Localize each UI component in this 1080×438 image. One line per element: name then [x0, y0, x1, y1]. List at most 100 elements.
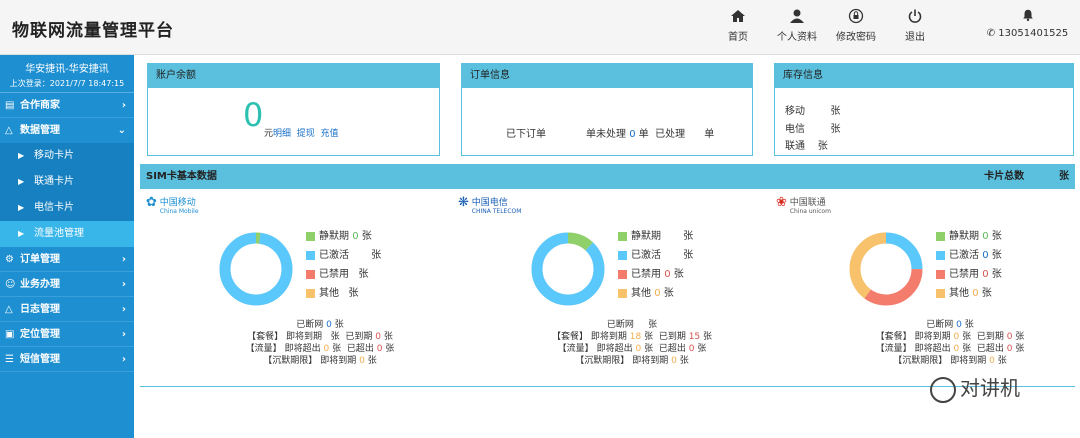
stat-label: 即将到期 [286, 332, 323, 342]
menu-orders[interactable]: ⚙ 订单管理 › [0, 247, 134, 272]
submenu-flow-pool[interactable]: ▶ 流量池管理 [0, 221, 134, 247]
balance-detail-link[interactable]: 明细 [273, 129, 291, 139]
stock-unicom: 联通 张 [785, 137, 828, 152]
app-title: 物联网流量管理平台 [12, 21, 174, 41]
sim-total-unit: 张 [1059, 171, 1069, 182]
legend-swatch [306, 288, 315, 298]
stat-label: 已到期 [345, 332, 373, 342]
legend-label: 已激活 [949, 250, 979, 261]
stat-silent: 【沉默期限】 即将到期 0 张 [512, 355, 752, 367]
menu-sms[interactable]: ☰ 短信管理 › [0, 347, 134, 372]
stock-telecom: 电信 张 [785, 120, 840, 135]
nav-change-password-label: 修改密码 [836, 32, 876, 43]
menu-logs[interactable]: △ 日志管理 › [0, 297, 134, 322]
stat-value: 0 [359, 356, 365, 366]
menu-data-management-label: 数据管理 [20, 125, 60, 136]
home-icon [725, 8, 751, 28]
legend-label: 已激活 [319, 250, 349, 261]
menu-partners[interactable]: ▤ 合作商家 › [0, 93, 134, 118]
legend-unit: 张 [991, 269, 1002, 280]
user-name: 华安捷讯-华安捷讯 [25, 64, 109, 75]
submenu-telecom-cards-label: 电信卡片 [34, 202, 74, 213]
stat-value: 0 [688, 344, 695, 354]
legend-swatch [936, 288, 945, 298]
carrier-name-en: CHINA TELECOM [471, 208, 522, 215]
carrier-stats: 已断网 0 张 【套餐】 即将到期 0 张 已到期 0 张 【流量】 即将超出 … [830, 319, 1070, 367]
carrier-stats: 已断网 张 【套餐】 即将到期 18 张 已到期 15 张 【流量】 即将超出 … [512, 319, 752, 367]
menu-partners-label: 合作商家 [20, 100, 60, 111]
orders-processed-label: 已处理 [655, 129, 686, 140]
menu-business[interactable]: ☺ 业务办理 › [0, 272, 134, 297]
carrier-stats: 已断网 0 张 【套餐】 即将到期 张 已到期 0 张 【流量】 即将超出 0 … [200, 319, 440, 367]
nav-logout[interactable]: 退出 [903, 8, 927, 43]
submenu-unicom-cards[interactable]: ▶ 联通卡片 [0, 169, 134, 195]
chevron-right-icon: › [121, 354, 126, 365]
sim-total-label: 卡片总数 [984, 171, 1025, 182]
submenu-unicom-cards-label: 联通卡片 [34, 176, 74, 187]
carrier-name-en: China Mobile [159, 208, 199, 215]
sidebar: 华安捷讯-华安捷讯 上次登录：2021/7/7 18:47:15 ▤ 合作商家 … [0, 55, 134, 438]
submenu-telecom-cards[interactable]: ▶ 电信卡片 [0, 195, 134, 221]
submenu-mobile-cards[interactable]: ▶ 移动卡片 [0, 143, 134, 169]
orders-title: 订单信息 [462, 64, 752, 88]
legend-swatch [936, 250, 945, 260]
nav-home[interactable]: 首页 [725, 8, 751, 43]
stat-package: 【套餐】 即将到期 0 张 已到期 0 张 [830, 331, 1070, 343]
power-icon [903, 8, 927, 28]
chevron-right-icon: › [121, 279, 126, 290]
legend-disabled: 已禁用 0 张 [618, 265, 693, 284]
stat-silent: 【沉默期限】 即将到期 0 张 [830, 355, 1070, 367]
stat-value: 0 [953, 332, 960, 342]
stat-unit: 张 [648, 320, 658, 330]
menu-business-label: 业务办理 [20, 279, 60, 290]
legend-other: 其他 0 张 [618, 284, 693, 303]
legend-value: 0 [982, 231, 989, 242]
stock-telecom-label: 电信 [785, 124, 805, 135]
china-unicom-logo: ❀ 中国联通 China unicom [776, 195, 831, 215]
stat-label: 已断网 [926, 320, 954, 330]
legend-swatch [618, 269, 627, 279]
caret-right-icon: ▶ [18, 229, 25, 238]
stat-unit: 张 [1015, 332, 1025, 342]
orders-unprocessed-label: 单未处理 [586, 129, 626, 140]
legend-swatch [306, 250, 315, 260]
phone-number: 13051401525 [998, 28, 1069, 39]
stat-label: 【流量】 [245, 344, 282, 354]
withdraw-link[interactable]: 提现 [297, 129, 315, 139]
stat-unit: 张 [330, 332, 340, 342]
stat-label: 已到期 [658, 332, 686, 342]
watermark-text: 对讲机 [960, 376, 1020, 400]
stat-value: 0 [375, 332, 381, 342]
nav-profile[interactable]: 个人资料 [775, 8, 819, 43]
legend-label: 已禁用 [319, 269, 349, 280]
stat-label: 【流量】 [557, 344, 594, 354]
stat-package: 【套餐】 即将到期 18 张 已到期 15 张 [512, 331, 752, 343]
stat-value: 0 [989, 356, 995, 366]
legend-active: 已激活 张 [618, 246, 693, 265]
balance-value: 0 [243, 96, 264, 134]
recharge-link[interactable]: 充值 [321, 129, 339, 139]
stat-label: 即将到期 [320, 356, 357, 366]
legend-swatch [618, 231, 627, 241]
legend-label: 已激活 [631, 250, 661, 261]
donut-slice-active [219, 232, 293, 306]
legend-value: 0 [982, 269, 989, 280]
legend-unit: 张 [663, 288, 674, 299]
orders-processed-unit: 单 [704, 129, 715, 140]
chevron-down-icon: ⌄ [117, 125, 126, 136]
nav-change-password[interactable]: 修改密码 [834, 8, 878, 43]
stat-flow: 【流量】 即将超出 0 张 已超出 0 张 [200, 343, 440, 355]
stat-value: 15 [688, 332, 701, 342]
gear-icon: ⚙ [5, 254, 14, 265]
stat-label: 即将超出 [914, 344, 951, 354]
menu-data-management[interactable]: △ 数据管理 ⌄ [0, 118, 134, 143]
list-icon: ☰ [5, 354, 14, 365]
chevron-right-icon: › [121, 100, 126, 111]
sim-header: SIM卡基本数据 卡片总数 张 [140, 165, 1075, 189]
menu-location[interactable]: ▣ 定位管理 › [0, 322, 134, 347]
watermark: 对讲机 [930, 372, 1020, 403]
donut-slice-active [531, 232, 605, 306]
legend-unit: 张 [991, 231, 1002, 242]
legend-label: 静默期 [319, 231, 349, 242]
sim-title: SIM卡基本数据 [146, 171, 217, 182]
